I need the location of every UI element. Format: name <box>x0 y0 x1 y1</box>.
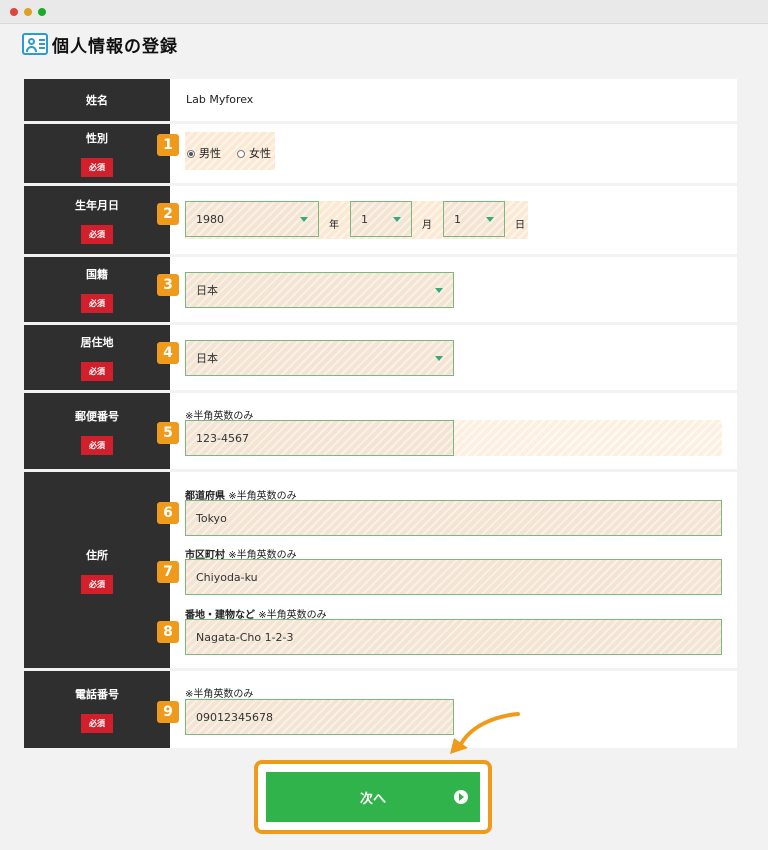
phone-input[interactable]: 09012345678 <box>185 699 454 735</box>
birth-year-select[interactable]: 1980 <box>185 201 319 237</box>
maximize-window-icon[interactable] <box>38 8 46 16</box>
required-badge: 必須 <box>81 224 113 244</box>
birth-day-select[interactable]: 1 <box>443 201 505 237</box>
required-badge: 必須 <box>81 294 113 313</box>
close-window-icon[interactable] <box>10 8 18 16</box>
city-input[interactable]: Chiyoda-ku <box>185 559 722 595</box>
next-button-highlight: 次へ <box>254 760 492 834</box>
label-nationality: 国籍 必須 <box>24 257 170 322</box>
phone-note: ※半角英数のみ <box>185 689 254 700</box>
label-postal-code: 郵便番号 必須 <box>24 393 170 469</box>
required-badge: 必須 <box>81 574 113 594</box>
row-gender: 性別 必須 1 男性 女性 <box>24 124 737 183</box>
radio-unchecked-icon[interactable] <box>237 150 245 158</box>
next-button[interactable]: 次へ <box>266 772 480 822</box>
birth-month-select[interactable]: 1 <box>350 201 412 237</box>
label-address: 住所 必須 <box>24 472 170 668</box>
label-residence: 居住地 必須 <box>24 325 170 390</box>
gender-radio-group: 男性 女性 <box>185 132 275 170</box>
step-badge-7: 7 <box>157 561 179 583</box>
arrow-right-circle-icon <box>454 790 468 804</box>
chevron-down-icon <box>393 217 401 222</box>
label-gender: 性別 必須 <box>24 124 170 183</box>
row-residence: 居住地 必須 4 日本 <box>24 325 737 390</box>
step-badge-8: 8 <box>157 621 179 643</box>
step-badge-6: 6 <box>157 502 179 524</box>
chevron-down-icon <box>435 356 443 361</box>
step-badge-5: 5 <box>157 422 179 444</box>
row-address: 住所 必須 都道府県 ※半角英数のみ 6 Tokyo 市区町村 ※半角英数のみ … <box>24 472 737 668</box>
minimize-window-icon[interactable] <box>24 8 32 16</box>
step-badge-1: 1 <box>157 134 179 156</box>
name-value: Lab Myforex <box>186 93 254 106</box>
nationality-select[interactable]: 日本 <box>185 272 454 308</box>
postal-code-input[interactable]: 123-4567 <box>185 420 454 456</box>
radio-checked-icon[interactable] <box>187 150 195 158</box>
window-titlebar <box>0 0 768 24</box>
chevron-down-icon <box>435 288 443 293</box>
gender-option-male[interactable]: 男性 <box>187 145 221 161</box>
street-input[interactable]: Nagata-Cho 1-2-3 <box>185 619 722 655</box>
label-birthdate: 生年月日 必須 <box>24 186 170 254</box>
row-postal-code: 郵便番号 必須 ※半角英数のみ 5 123-4567 <box>24 393 737 469</box>
step-badge-3: 3 <box>157 274 179 296</box>
pointer-arrow-icon <box>450 712 520 754</box>
chevron-down-icon <box>486 217 494 222</box>
row-phone: 電話番号 必須 ※半角英数のみ 9 09012345678 <box>24 671 737 748</box>
step-badge-9: 9 <box>157 701 179 723</box>
row-birthdate: 生年月日 必須 2 1980 年 1 月 1 日 <box>24 186 737 254</box>
required-badge: 必須 <box>81 158 113 177</box>
prefecture-input[interactable]: Tokyo <box>185 500 722 536</box>
row-nationality: 国籍 必須 3 日本 <box>24 257 737 322</box>
chevron-down-icon <box>300 217 308 222</box>
row-name: 姓名 Lab Myforex <box>24 79 737 121</box>
residence-select[interactable]: 日本 <box>185 340 454 376</box>
step-badge-4: 4 <box>157 342 179 364</box>
user-profile-icon <box>22 33 48 55</box>
required-badge: 必須 <box>81 362 113 381</box>
page-title: 個人情報の登録 <box>22 32 178 57</box>
step-badge-2: 2 <box>157 203 179 225</box>
required-badge: 必須 <box>81 435 113 455</box>
gender-option-female[interactable]: 女性 <box>237 145 271 161</box>
label-phone: 電話番号 必須 <box>24 671 170 748</box>
required-badge: 必須 <box>81 714 113 733</box>
page-title-text: 個人情報の登録 <box>52 36 178 57</box>
label-name: 姓名 <box>24 79 170 121</box>
